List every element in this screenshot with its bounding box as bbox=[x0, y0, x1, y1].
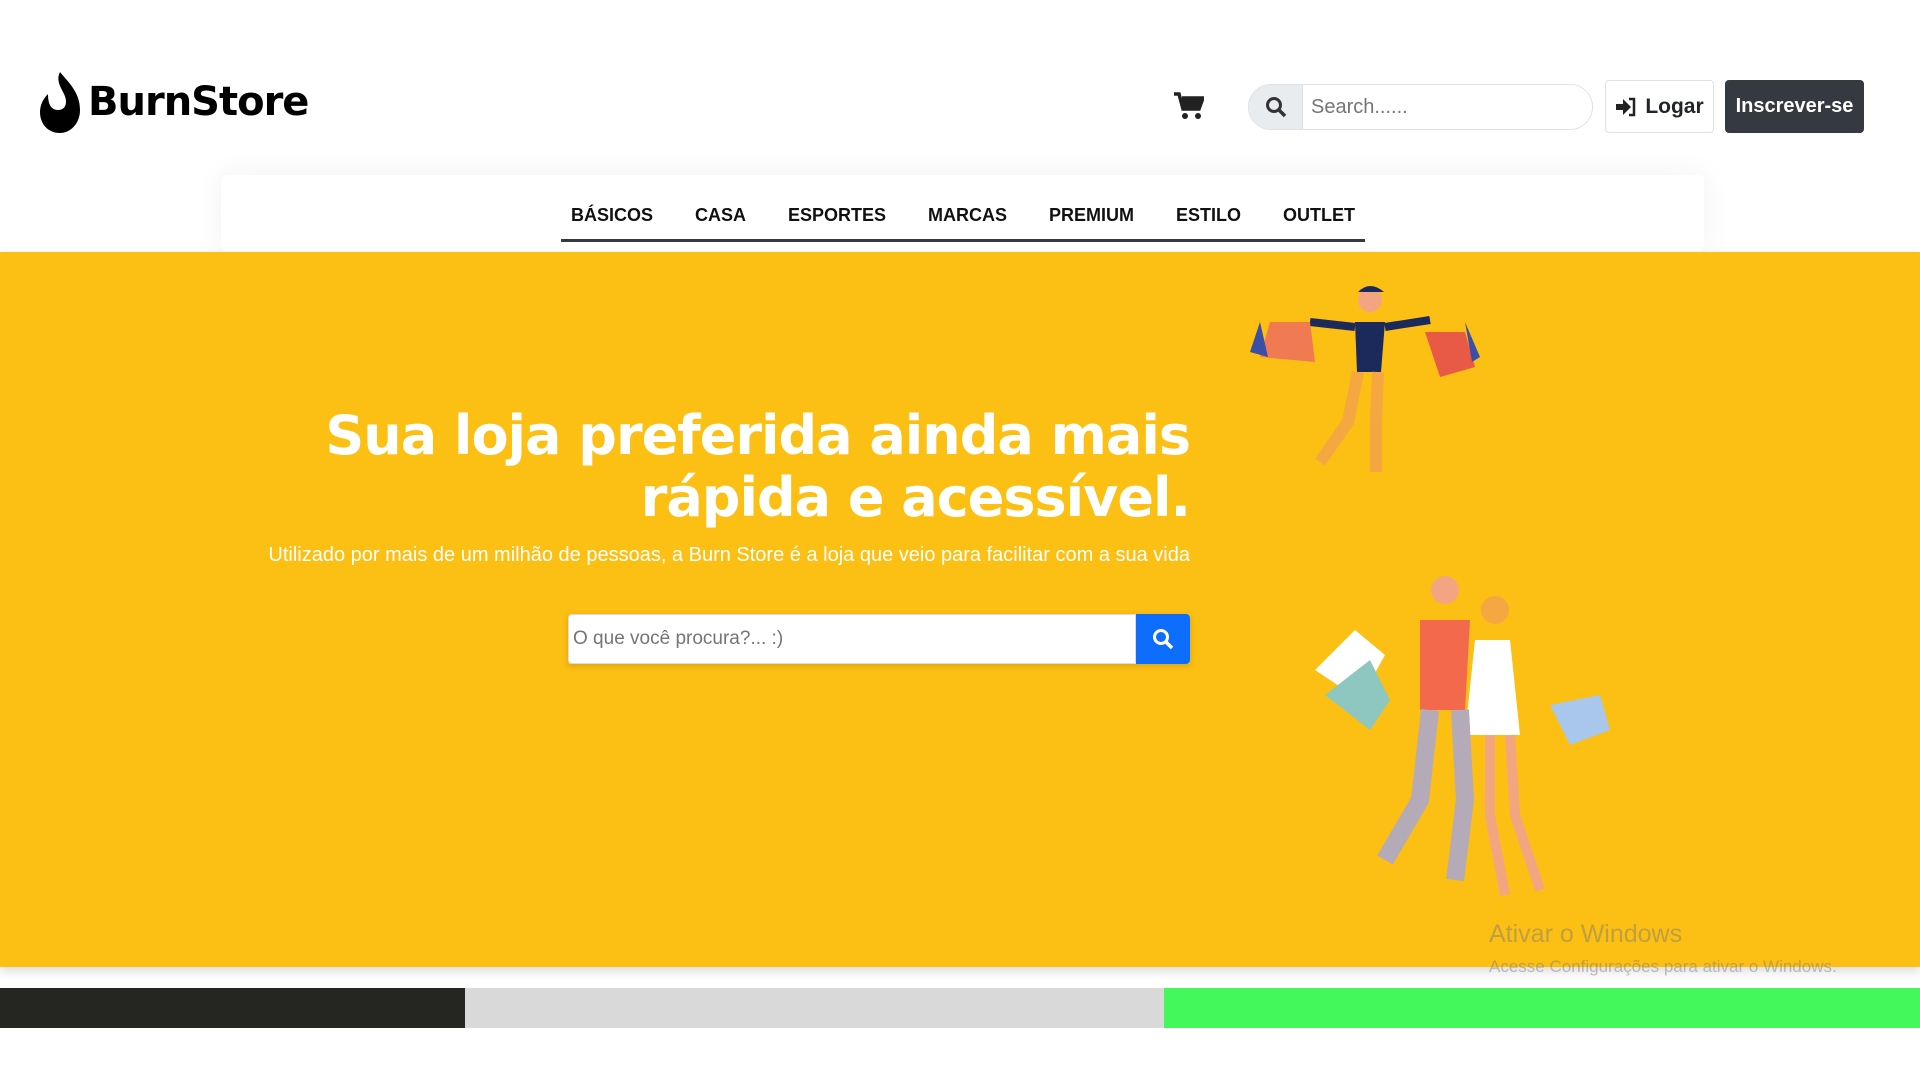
sign-in-icon bbox=[1616, 97, 1636, 116]
login-button[interactable]: Logar bbox=[1605, 80, 1714, 133]
nav-item-esportes[interactable]: ESPORTES bbox=[788, 205, 886, 226]
header-search-input[interactable] bbox=[1303, 85, 1592, 129]
brand-logo[interactable]: BurnStore bbox=[40, 70, 309, 134]
color-bar-green bbox=[1164, 988, 1920, 1028]
nav-item-estilo[interactable]: ESTILO bbox=[1176, 205, 1241, 226]
nav-item-marcas[interactable]: MARCAS bbox=[928, 205, 1007, 226]
brand-name: BurnStore bbox=[88, 79, 309, 125]
search-icon[interactable] bbox=[1249, 85, 1303, 129]
nav-item-basicos[interactable]: BÁSICOS bbox=[571, 205, 653, 226]
hero-section bbox=[0, 252, 1920, 967]
search-icon bbox=[1153, 629, 1174, 650]
shopper-illustration bbox=[1250, 286, 1480, 472]
hero-search-button[interactable] bbox=[1136, 614, 1190, 664]
category-nav-list: BÁSICOS CASA ESPORTES MARCAS PREMIUM EST… bbox=[561, 192, 1365, 242]
login-label: Logar bbox=[1645, 94, 1704, 118]
hero-title: Sua loja preferida ainda mais rápida e a… bbox=[325, 404, 1191, 529]
flame-icon bbox=[40, 72, 80, 133]
color-bar-gray bbox=[465, 988, 1164, 1028]
hero-subtitle: Utilizado por mais de um milhão de pesso… bbox=[268, 544, 1190, 566]
hero-search bbox=[568, 614, 1190, 664]
cart-button[interactable] bbox=[1174, 92, 1206, 125]
nav-item-casa[interactable]: CASA bbox=[695, 205, 746, 226]
color-bar-dark bbox=[0, 988, 465, 1028]
header-search bbox=[1248, 84, 1593, 130]
nav-item-premium[interactable]: PREMIUM bbox=[1049, 205, 1134, 226]
signup-button[interactable]: Inscrever-se bbox=[1725, 80, 1864, 133]
nav-item-outlet[interactable]: OUTLET bbox=[1283, 205, 1355, 226]
couple-illustration bbox=[1315, 576, 1610, 896]
windows-watermark-text: Acesse Configurações para ativar o Windo… bbox=[1489, 957, 1837, 976]
cart-icon bbox=[1174, 92, 1206, 119]
windows-watermark-title: Ativar o Windows bbox=[1489, 920, 1683, 948]
hero-search-input[interactable] bbox=[568, 614, 1136, 664]
